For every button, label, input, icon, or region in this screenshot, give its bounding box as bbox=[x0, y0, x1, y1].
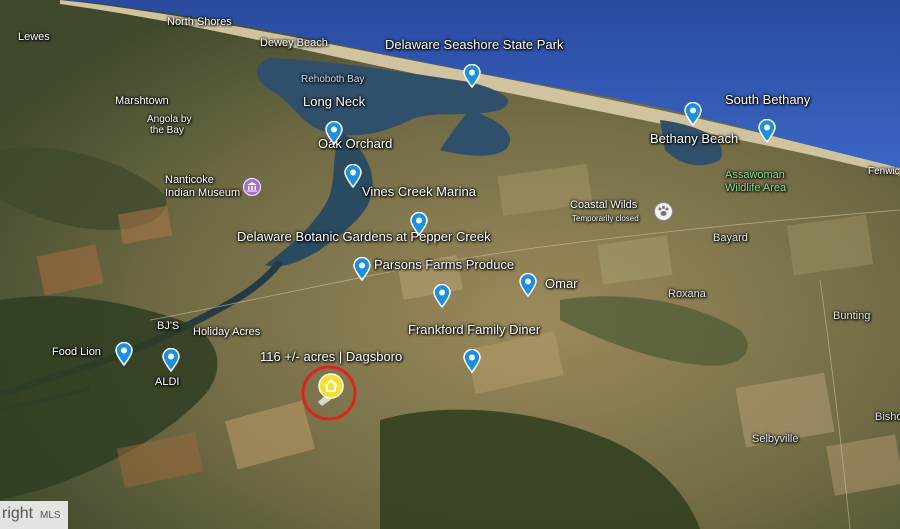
place-label-aldi: ALDI bbox=[155, 376, 180, 388]
map-pin-icon[interactable] bbox=[519, 273, 537, 297]
place-label-parsons-farms-produce: Parsons Farms Produce bbox=[374, 257, 515, 272]
watermark: right MLS bbox=[0, 501, 68, 529]
place-label-angola-line2: the Bay bbox=[150, 125, 184, 136]
place-label-nanticoke-line2: Indian Museum bbox=[165, 187, 241, 199]
watermark-text: right bbox=[2, 505, 34, 522]
map-pin-icon[interactable] bbox=[410, 212, 428, 236]
place-label-dewey-beach: Dewey Beach bbox=[260, 37, 328, 49]
place-label-long-neck: Long Neck bbox=[303, 94, 366, 109]
paw-icon[interactable] bbox=[654, 202, 673, 221]
place-label-bayard: Bayard bbox=[713, 232, 748, 244]
place-label-assawoman-line1: Assawoman bbox=[725, 169, 785, 181]
place-label-bisho: Bisho bbox=[875, 411, 900, 423]
map-pin-icon[interactable] bbox=[758, 119, 776, 143]
place-label-delaware-seashore-state-park: Delaware Seashore State Park bbox=[385, 37, 564, 52]
map-pin-icon[interactable] bbox=[684, 102, 702, 126]
place-label-coastal-wilds-status: Temporarily closed bbox=[572, 214, 639, 223]
place-label-nanticoke-line1: Nanticoke bbox=[165, 174, 214, 186]
map-pin-icon[interactable] bbox=[344, 164, 362, 188]
place-label-bunting: Bunting bbox=[833, 310, 871, 322]
map-pin-icon[interactable] bbox=[115, 342, 133, 366]
place-label-rehoboth-bay: Rehoboth Bay bbox=[301, 74, 365, 85]
satellite-map[interactable]: North Shores Lewes Dewey Beach Delaware … bbox=[0, 0, 900, 529]
map-pin-icon[interactable] bbox=[353, 257, 371, 281]
place-label-marshtown: Marshtown bbox=[115, 95, 169, 107]
place-label-roxana: Roxana bbox=[668, 288, 706, 300]
map-pin-icon[interactable] bbox=[463, 64, 481, 88]
place-label-delaware-botanic-gardens: Delaware Botanic Gardens at Pepper Creek bbox=[237, 229, 491, 244]
place-label-omar: Omar bbox=[545, 276, 578, 291]
place-label-lewes: Lewes bbox=[18, 31, 50, 43]
place-label-food-lion: Food Lion bbox=[52, 346, 101, 358]
place-label-bjs: BJ'S bbox=[157, 320, 180, 332]
map-pin-icon[interactable] bbox=[433, 284, 451, 308]
place-label-bethany-beach: Bethany Beach bbox=[650, 131, 739, 146]
place-label-vines-creek-marina: Vines Creek Marina bbox=[362, 184, 476, 199]
place-label-fenwick: Fenwic bbox=[868, 166, 900, 177]
property-label: 116 +/- acres | Dagsboro bbox=[260, 349, 403, 364]
map-pin-icon[interactable] bbox=[325, 121, 343, 145]
museum-icon[interactable] bbox=[243, 178, 261, 196]
place-label-north-shores: North Shores bbox=[167, 16, 232, 28]
watermark-badge: MLS bbox=[40, 510, 61, 521]
place-label-coastal-wilds: Coastal Wilds bbox=[570, 199, 638, 211]
map-pin-icon[interactable] bbox=[162, 348, 180, 372]
home-icon[interactable] bbox=[318, 373, 344, 399]
place-label-frankford-family-diner: Frankford Family Diner bbox=[408, 322, 541, 337]
place-label-south-bethany: South Bethany bbox=[725, 92, 811, 107]
place-label-holiday-acres: Holiday Acres bbox=[193, 326, 261, 338]
place-label-angola-line1: Angola by bbox=[147, 114, 192, 125]
place-label-selbyville: Selbyville bbox=[752, 433, 799, 445]
map-pin-icon[interactable] bbox=[463, 349, 481, 373]
place-label-assawoman-line2: Wildlife Area bbox=[725, 182, 787, 194]
